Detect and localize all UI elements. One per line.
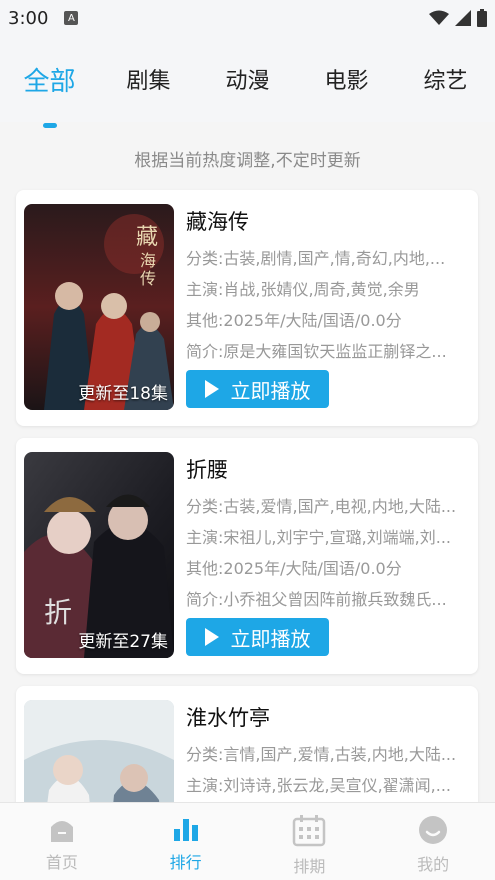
item-category: 分类:古装,剧情,国产,情,奇幻,内地,... bbox=[186, 249, 446, 267]
tab-anime[interactable]: 动漫 bbox=[198, 63, 297, 95]
battery-icon bbox=[477, 9, 487, 27]
svg-text:折: 折 bbox=[44, 596, 72, 629]
item-title[interactable]: 折腰 bbox=[186, 454, 471, 484]
nav-home[interactable]: 首页 bbox=[0, 803, 124, 880]
item-intro: 简介:原是大雍国钦天监监正蒯铎之... bbox=[186, 342, 447, 360]
item-other: 其他:2025年/大陆/国语/0.0分 bbox=[186, 559, 402, 577]
status-bar: 3:00 A bbox=[0, 0, 495, 36]
tab-series[interactable]: 剧集 bbox=[99, 63, 198, 95]
list-item[interactable]: 折 更新至27集 折腰 分类:古装,爱情,国产,电视,内地,大陆... 主演:宋… bbox=[16, 438, 478, 674]
episode-badge: 更新至27集 bbox=[78, 632, 168, 652]
item-title[interactable]: 藏海传 bbox=[186, 206, 471, 236]
ranking-icon bbox=[173, 819, 198, 841]
tab-label: 剧集 bbox=[126, 69, 171, 94]
category-tabs: 全部 剧集 动漫 电影 综艺 bbox=[0, 36, 495, 128]
item-info: 藏海传 分类:古装,剧情,国产,情,奇幻,内地,... 主演:肖战,张婧仪,周奇… bbox=[186, 206, 471, 360]
profile-icon bbox=[419, 816, 448, 844]
play-now-button[interactable]: 立即播放 bbox=[186, 618, 329, 656]
wifi-icon bbox=[429, 10, 449, 25]
item-category: 分类:言情,国产,爱情,古装,内地,大陆... bbox=[186, 745, 457, 763]
status-time: 3:00 bbox=[8, 7, 49, 29]
nav-schedule[interactable]: 排期 bbox=[248, 803, 372, 880]
tab-movie[interactable]: 电影 bbox=[297, 63, 396, 95]
status-icons bbox=[429, 9, 487, 27]
play-icon bbox=[204, 628, 219, 646]
svg-text:海: 海 bbox=[140, 251, 156, 270]
item-intro: 简介:小乔祖父曾因阵前撤兵致魏氏... bbox=[186, 590, 447, 608]
list-item[interactable]: 藏 海 传 更新至18集 藏海传 分类:古装,剧情,国产,情,奇幻,内地,...… bbox=[16, 190, 478, 426]
item-category: 分类:古装,爱情,国产,电视,内地,大陆... bbox=[186, 497, 457, 515]
item-cast: 主演:宋祖儿,刘宇宁,宣璐,刘端端,刘... bbox=[186, 528, 451, 546]
tab-all[interactable]: 全部 bbox=[0, 61, 99, 128]
nav-profile[interactable]: 我的 bbox=[371, 803, 495, 880]
notification-app-icon: A bbox=[64, 11, 79, 25]
tab-label: 全部 bbox=[23, 66, 76, 97]
play-now-button[interactable]: 立即播放 bbox=[186, 370, 329, 408]
item-cast: 主演:刘诗诗,张云龙,吴宣仪,翟潇闻,... bbox=[186, 776, 451, 794]
nav-label: 排期 bbox=[293, 857, 326, 876]
poster-image[interactable]: 藏 海 传 更新至18集 bbox=[24, 204, 174, 410]
item-other: 其他:2025年/大陆/国语/0.0分 bbox=[186, 311, 402, 329]
poster-image[interactable]: 折 更新至27集 bbox=[24, 452, 174, 658]
svg-text:藏: 藏 bbox=[136, 225, 158, 250]
nav-ranking[interactable]: 排行 bbox=[124, 803, 248, 880]
calendar-icon bbox=[293, 815, 326, 847]
tab-label: 动漫 bbox=[225, 69, 270, 94]
svg-text:传: 传 bbox=[140, 269, 156, 288]
play-label: 立即播放 bbox=[230, 378, 311, 403]
item-info: 淮水竹亭 分类:言情,国产,爱情,古装,内地,大陆... 主演:刘诗诗,张云龙,… bbox=[186, 702, 471, 794]
item-info: 折腰 分类:古装,爱情,国产,电视,内地,大陆... 主演:宋祖儿,刘宇宁,宣璐… bbox=[186, 454, 471, 608]
signal-icon bbox=[455, 10, 471, 26]
ranking-hint: 根据当前热度调整,不定时更新 bbox=[134, 151, 361, 171]
nav-label: 首页 bbox=[45, 853, 78, 872]
nav-label: 我的 bbox=[417, 855, 450, 874]
nav-label: 排行 bbox=[169, 853, 202, 872]
play-label: 立即播放 bbox=[230, 626, 311, 651]
bottom-navigation: 首页 排行 排期 我的 bbox=[0, 802, 495, 880]
active-tab-indicator bbox=[42, 122, 57, 128]
tab-variety[interactable]: 综艺 bbox=[396, 63, 495, 95]
home-icon bbox=[50, 821, 73, 842]
app-screen: 3:00 A 全部 剧集 动漫 电影 综艺 根据当前热度调整,不定时更新 藏 海… bbox=[0, 0, 495, 880]
episode-badge: 更新至18集 bbox=[78, 384, 168, 404]
item-title[interactable]: 淮水竹亭 bbox=[186, 702, 471, 732]
play-icon bbox=[204, 380, 219, 398]
tab-label: 综艺 bbox=[423, 69, 468, 94]
tab-label: 电影 bbox=[324, 69, 369, 94]
item-cast: 主演:肖战,张婧仪,周奇,黄觉,余男 bbox=[186, 280, 420, 298]
